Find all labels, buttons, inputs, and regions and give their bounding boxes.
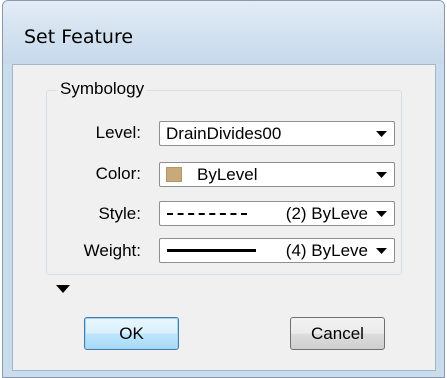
expand-arrow-icon[interactable] xyxy=(56,285,70,293)
level-value: DrainDivides00 xyxy=(166,124,282,143)
dialog-client-area: Symbology Level: DrainDivides00 Color: B… xyxy=(12,64,436,371)
chevron-down-icon xyxy=(376,172,387,178)
symbology-group-label: Symbology xyxy=(57,79,148,99)
ok-button[interactable]: OK xyxy=(84,317,179,350)
cancel-button[interactable]: Cancel xyxy=(290,317,385,350)
level-dropdown[interactable]: DrainDivides00 xyxy=(159,121,395,146)
dashed-line-preview xyxy=(167,213,247,215)
weight-label: Weight: xyxy=(83,241,141,260)
style-value: (2) ByLeve xyxy=(285,204,368,223)
color-dropdown[interactable]: ByLevel xyxy=(159,162,395,187)
line-weight-preview xyxy=(167,249,256,252)
chevron-down-icon xyxy=(376,248,387,254)
style-dropdown[interactable]: (2) ByLeve xyxy=(159,201,395,226)
style-label: Style: xyxy=(98,204,141,223)
title-bar[interactable]: Set Feature xyxy=(3,1,444,64)
weight-value: (4) ByLeve xyxy=(285,241,368,260)
color-swatch xyxy=(166,167,182,182)
chevron-down-icon xyxy=(376,211,387,217)
window-title: Set Feature xyxy=(24,26,134,48)
set-feature-dialog: Set Feature Symbology Level: DrainDivide… xyxy=(2,0,445,378)
chevron-down-icon xyxy=(376,131,387,137)
color-value: ByLevel xyxy=(197,165,258,184)
color-label: Color: xyxy=(95,164,141,183)
level-label: Level: xyxy=(95,123,141,142)
weight-dropdown[interactable]: (4) ByLeve xyxy=(159,238,395,263)
